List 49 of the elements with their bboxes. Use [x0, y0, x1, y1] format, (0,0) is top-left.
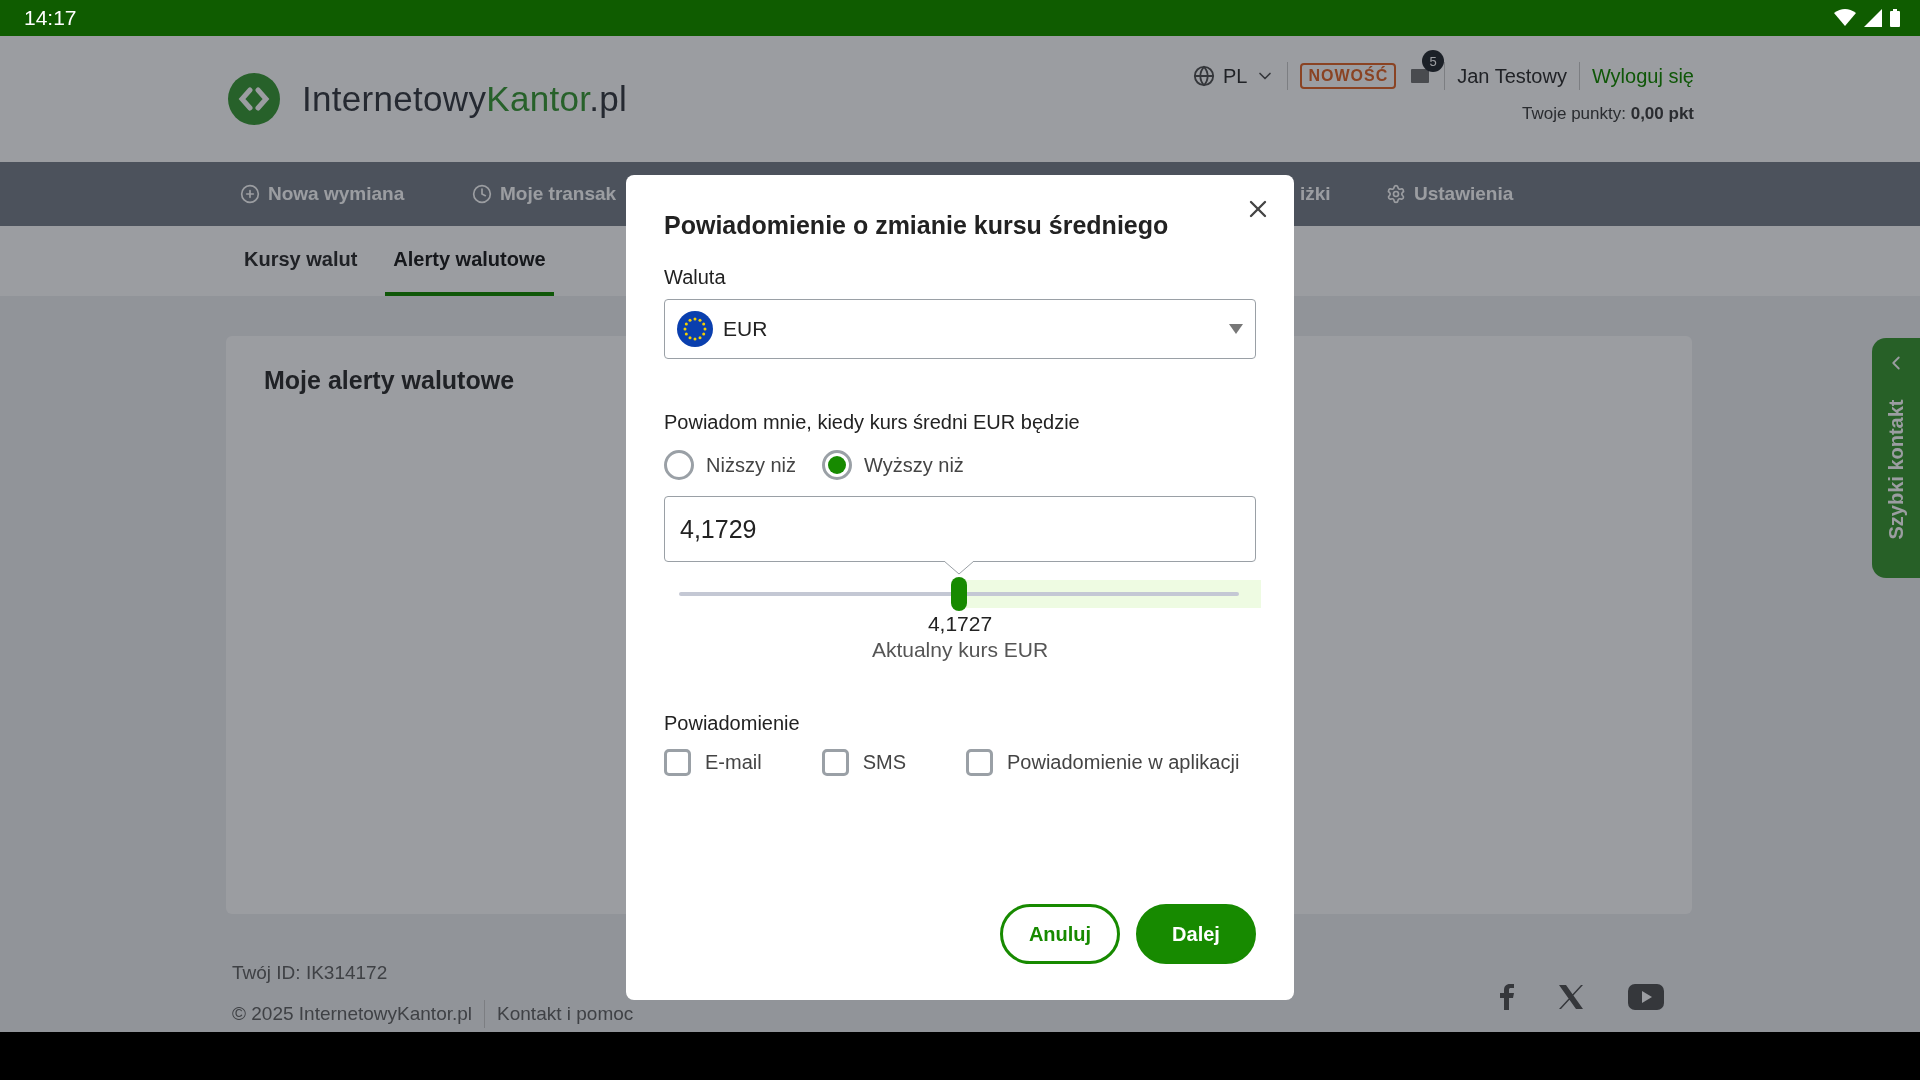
channel-checkbox[interactable]: E-mail: [664, 749, 762, 776]
current-rate-label: Aktualny kurs EUR: [871, 638, 1049, 662]
dropdown-icon: [1229, 324, 1243, 334]
mail-count: 5: [1422, 50, 1445, 72]
logo-text[interactable]: InternetowyKantor.pl: [302, 79, 628, 119]
logo-icon: [228, 73, 280, 125]
sub-tab[interactable]: Kursy walut: [236, 226, 366, 296]
points-text: Twoje punkty: 0,00 pkt: [1522, 104, 1694, 124]
radio-option[interactable]: Niższy niż: [664, 450, 796, 480]
wifi-icon: [1834, 9, 1856, 27]
card-title: Moje alerty walutowe: [264, 366, 515, 394]
signal-icon: [1864, 9, 1882, 27]
currency-select[interactable]: EUR: [664, 299, 1256, 359]
contact-link[interactable]: Kontakt i pomoc: [497, 1003, 634, 1025]
current-rate: 4,1727: [927, 612, 993, 636]
rate-input[interactable]: 4,1729: [664, 496, 1256, 562]
nav-link[interactable]: iżki: [1300, 183, 1386, 205]
notification-label: Powiadomienie: [664, 712, 801, 735]
globe-icon: [1192, 65, 1215, 87]
facebook-icon[interactable]: [1500, 984, 1514, 1010]
quick-contact-tab[interactable]: Szybki kontakt: [1872, 338, 1920, 578]
channel-checkbox[interactable]: SMS: [821, 749, 906, 776]
radio-option[interactable]: Wyższy niż: [822, 450, 964, 480]
rate-slider[interactable]: [679, 576, 1261, 612]
channel-checkbox[interactable]: Powiadomienie w aplikacji: [966, 749, 1240, 776]
nav-link[interactable]: Nowa wymiana: [240, 183, 472, 205]
next-button[interactable]: Dalej: [1136, 904, 1256, 964]
battery-icon: [1890, 9, 1900, 27]
user-name: Jan Testowy: [1457, 64, 1567, 88]
settings-icon: [1386, 184, 1406, 204]
nav-link[interactable]: Ustawienia: [1386, 183, 1920, 205]
cancel-button[interactable]: Anuluj: [1000, 904, 1120, 964]
condition-label: Powiadom mnie, kiedy kurs średni EUR będzie: [664, 411, 1081, 434]
eu-flag-icon: [677, 311, 713, 347]
x-icon[interactable]: [1558, 985, 1584, 1009]
slider-thumb[interactable]: [951, 577, 967, 611]
plus-icon: [240, 184, 260, 204]
copyright-text: © 2025 InternetowyKantor.pl: [232, 1003, 473, 1025]
clock-icon: [472, 184, 492, 204]
field-label: Waluta: [664, 266, 727, 289]
pointer-icon: [944, 561, 974, 575]
nav-link[interactable]: Moje transak: [472, 183, 1300, 205]
user-id-text: Twój ID: IK314172: [232, 962, 389, 984]
clock-time: 14:17: [24, 6, 77, 30]
logout-link[interactable]: Wyloguj się: [1591, 64, 1694, 88]
sub-tab[interactable]: Alerty walutowe: [385, 226, 554, 296]
dialog-title: Powiadomienie o zmianie kursu średniego: [664, 211, 1170, 240]
language-selector[interactable]: PL: [1192, 64, 1276, 88]
play-icon[interactable]: [1628, 984, 1664, 1010]
